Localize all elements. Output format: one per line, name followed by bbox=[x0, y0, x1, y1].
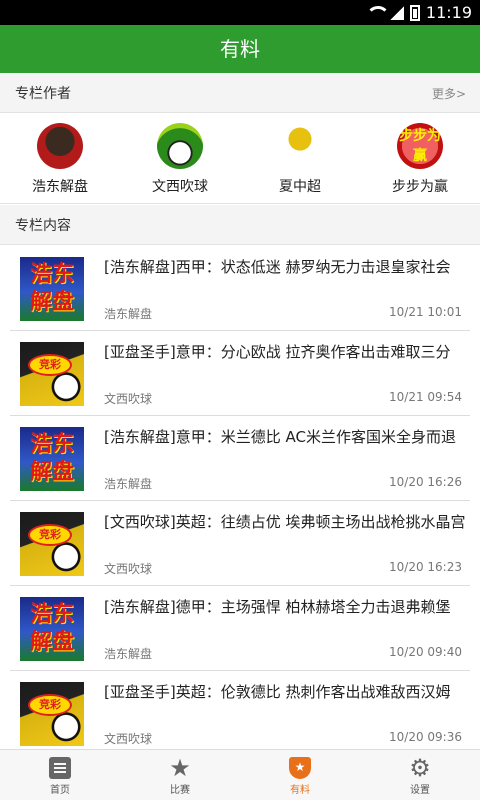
article-author: 文西吹球 bbox=[104, 392, 153, 406]
author-avatar bbox=[157, 123, 203, 169]
home-icon bbox=[49, 757, 71, 779]
tab-label: 首页 bbox=[50, 785, 70, 796]
article-time: 10/21 10:01 bbox=[389, 305, 462, 319]
article-title: [文西吹球]英超：往绩占优 埃弗顿主场出战枪挑水晶宫 bbox=[104, 513, 466, 531]
article-thumbnail: 浩东解盘 bbox=[20, 427, 84, 491]
author-item-bubuweiying[interactable]: 步步为赢 步步为赢 bbox=[360, 114, 480, 203]
content-section-label: 专栏内容 bbox=[15, 218, 71, 234]
article-author: 浩东解盘 bbox=[104, 647, 153, 661]
article-thumbnail: 竞彩 bbox=[20, 512, 84, 576]
status-bar: 11:19 bbox=[0, 0, 480, 25]
list-item[interactable]: 竞彩 [亚盘圣手]英超：伦敦德比 热刺作客出战难敌西汉姆 文西吹球 10/20 … bbox=[10, 671, 470, 749]
article-thumbnail: 浩东解盘 bbox=[20, 257, 84, 321]
author-item-haodong[interactable]: 浩东解盘 bbox=[0, 114, 120, 203]
author-list: 浩东解盘 文西吹球 夏中超 步步为赢 步步为赢 bbox=[0, 114, 480, 204]
article-time: 10/21 09:54 bbox=[389, 390, 462, 404]
wifi-icon bbox=[365, 5, 390, 20]
list-item[interactable]: 竞彩 [亚盘圣手]意甲：分心欧战 拉齐奥作客出击难取三分 文西吹球 10/21 … bbox=[10, 331, 470, 416]
article-time: 10/20 09:36 bbox=[389, 730, 462, 744]
article-title: [浩东解盘]西甲：状态低迷 赫罗纳无力击退皇家社会 bbox=[104, 258, 451, 276]
article-thumbnail: 浩东解盘 bbox=[20, 597, 84, 661]
article-time: 10/20 16:23 bbox=[389, 560, 462, 574]
author-item-xiazhongchao[interactable]: 夏中超 bbox=[240, 114, 360, 203]
jingcai-badge: 竞彩 bbox=[28, 524, 72, 546]
author-item-wenxi[interactable]: 文西吹球 bbox=[120, 114, 240, 203]
tab-label: 比赛 bbox=[170, 785, 190, 796]
tab-label: 有料 bbox=[290, 785, 310, 796]
article-title: [亚盘圣手]意甲：分心欧战 拉齐奥作客出击难取三分 bbox=[104, 343, 451, 361]
list-item[interactable]: 浩东解盘 [浩东解盘]西甲：状态低迷 赫罗纳无力击退皇家社会 浩东解盘 10/2… bbox=[10, 246, 470, 331]
article-author: 文西吹球 bbox=[104, 732, 153, 746]
article-author: 浩东解盘 bbox=[104, 477, 153, 491]
article-title: [亚盘圣手]英超：伦敦德比 热刺作客出战难敌西汉姆 bbox=[104, 683, 451, 701]
bottom-tab-bar: 首页 ★ 比赛 ★ 有料 ⚙ 设置 bbox=[0, 749, 480, 800]
badge-icon: ★ bbox=[289, 757, 311, 779]
authors-section-label: 专栏作者 bbox=[15, 86, 71, 102]
jingcai-badge: 竞彩 bbox=[28, 694, 72, 716]
tab-label: 设置 bbox=[410, 785, 430, 796]
article-time: 10/20 09:40 bbox=[389, 645, 462, 659]
signal-icon bbox=[389, 5, 404, 20]
article-thumbnail: 竞彩 bbox=[20, 682, 84, 746]
article-author: 浩东解盘 bbox=[104, 307, 153, 321]
author-name: 浩东解盘 bbox=[32, 179, 88, 195]
star-icon: ★ bbox=[169, 754, 191, 782]
article-title: [浩东解盘]德甲：主场强悍 柏林赫塔全力击退弗赖堡 bbox=[104, 598, 451, 616]
page-title: 有料 bbox=[0, 25, 480, 73]
list-item[interactable]: 浩东解盘 [浩东解盘]意甲：米兰德比 AC米兰作客国米全身而退 浩东解盘 10/… bbox=[10, 416, 470, 501]
author-avatar: 步步为赢 bbox=[397, 123, 443, 169]
gear-icon: ⚙ bbox=[409, 754, 431, 782]
author-avatar bbox=[37, 123, 83, 169]
article-title: [浩东解盘]意甲：米兰德比 AC米兰作客国米全身而退 bbox=[104, 428, 456, 446]
list-item[interactable]: 竞彩 [文西吹球]英超：往绩占优 埃弗顿主场出战枪挑水晶宫 文西吹球 10/20… bbox=[10, 501, 470, 586]
article-thumbnail: 竞彩 bbox=[20, 342, 84, 406]
article-author: 文西吹球 bbox=[104, 562, 153, 576]
tab-matches[interactable]: ★ 比赛 bbox=[120, 750, 240, 800]
tab-settings[interactable]: ⚙ 设置 bbox=[360, 750, 480, 800]
author-name: 步步为赢 bbox=[392, 179, 448, 195]
author-name: 夏中超 bbox=[279, 179, 321, 195]
content-section-header: 专栏内容 bbox=[0, 205, 480, 245]
article-time: 10/20 16:26 bbox=[389, 475, 462, 489]
tab-youliao[interactable]: ★ 有料 bbox=[240, 750, 360, 800]
more-authors-link[interactable]: 更多> bbox=[432, 85, 466, 102]
status-time: 11:19 bbox=[425, 3, 472, 22]
article-list: 浩东解盘 [浩东解盘]西甲：状态低迷 赫罗纳无力击退皇家社会 浩东解盘 10/2… bbox=[0, 246, 480, 749]
authors-section-header: 专栏作者 更多> bbox=[0, 73, 480, 113]
tab-home[interactable]: 首页 bbox=[0, 750, 120, 800]
list-item[interactable]: 浩东解盘 [浩东解盘]德甲：主场强悍 柏林赫塔全力击退弗赖堡 浩东解盘 10/2… bbox=[10, 586, 470, 671]
author-name: 文西吹球 bbox=[152, 179, 208, 195]
jingcai-badge: 竞彩 bbox=[28, 354, 72, 376]
battery-icon bbox=[409, 4, 420, 21]
author-avatar bbox=[277, 123, 323, 169]
